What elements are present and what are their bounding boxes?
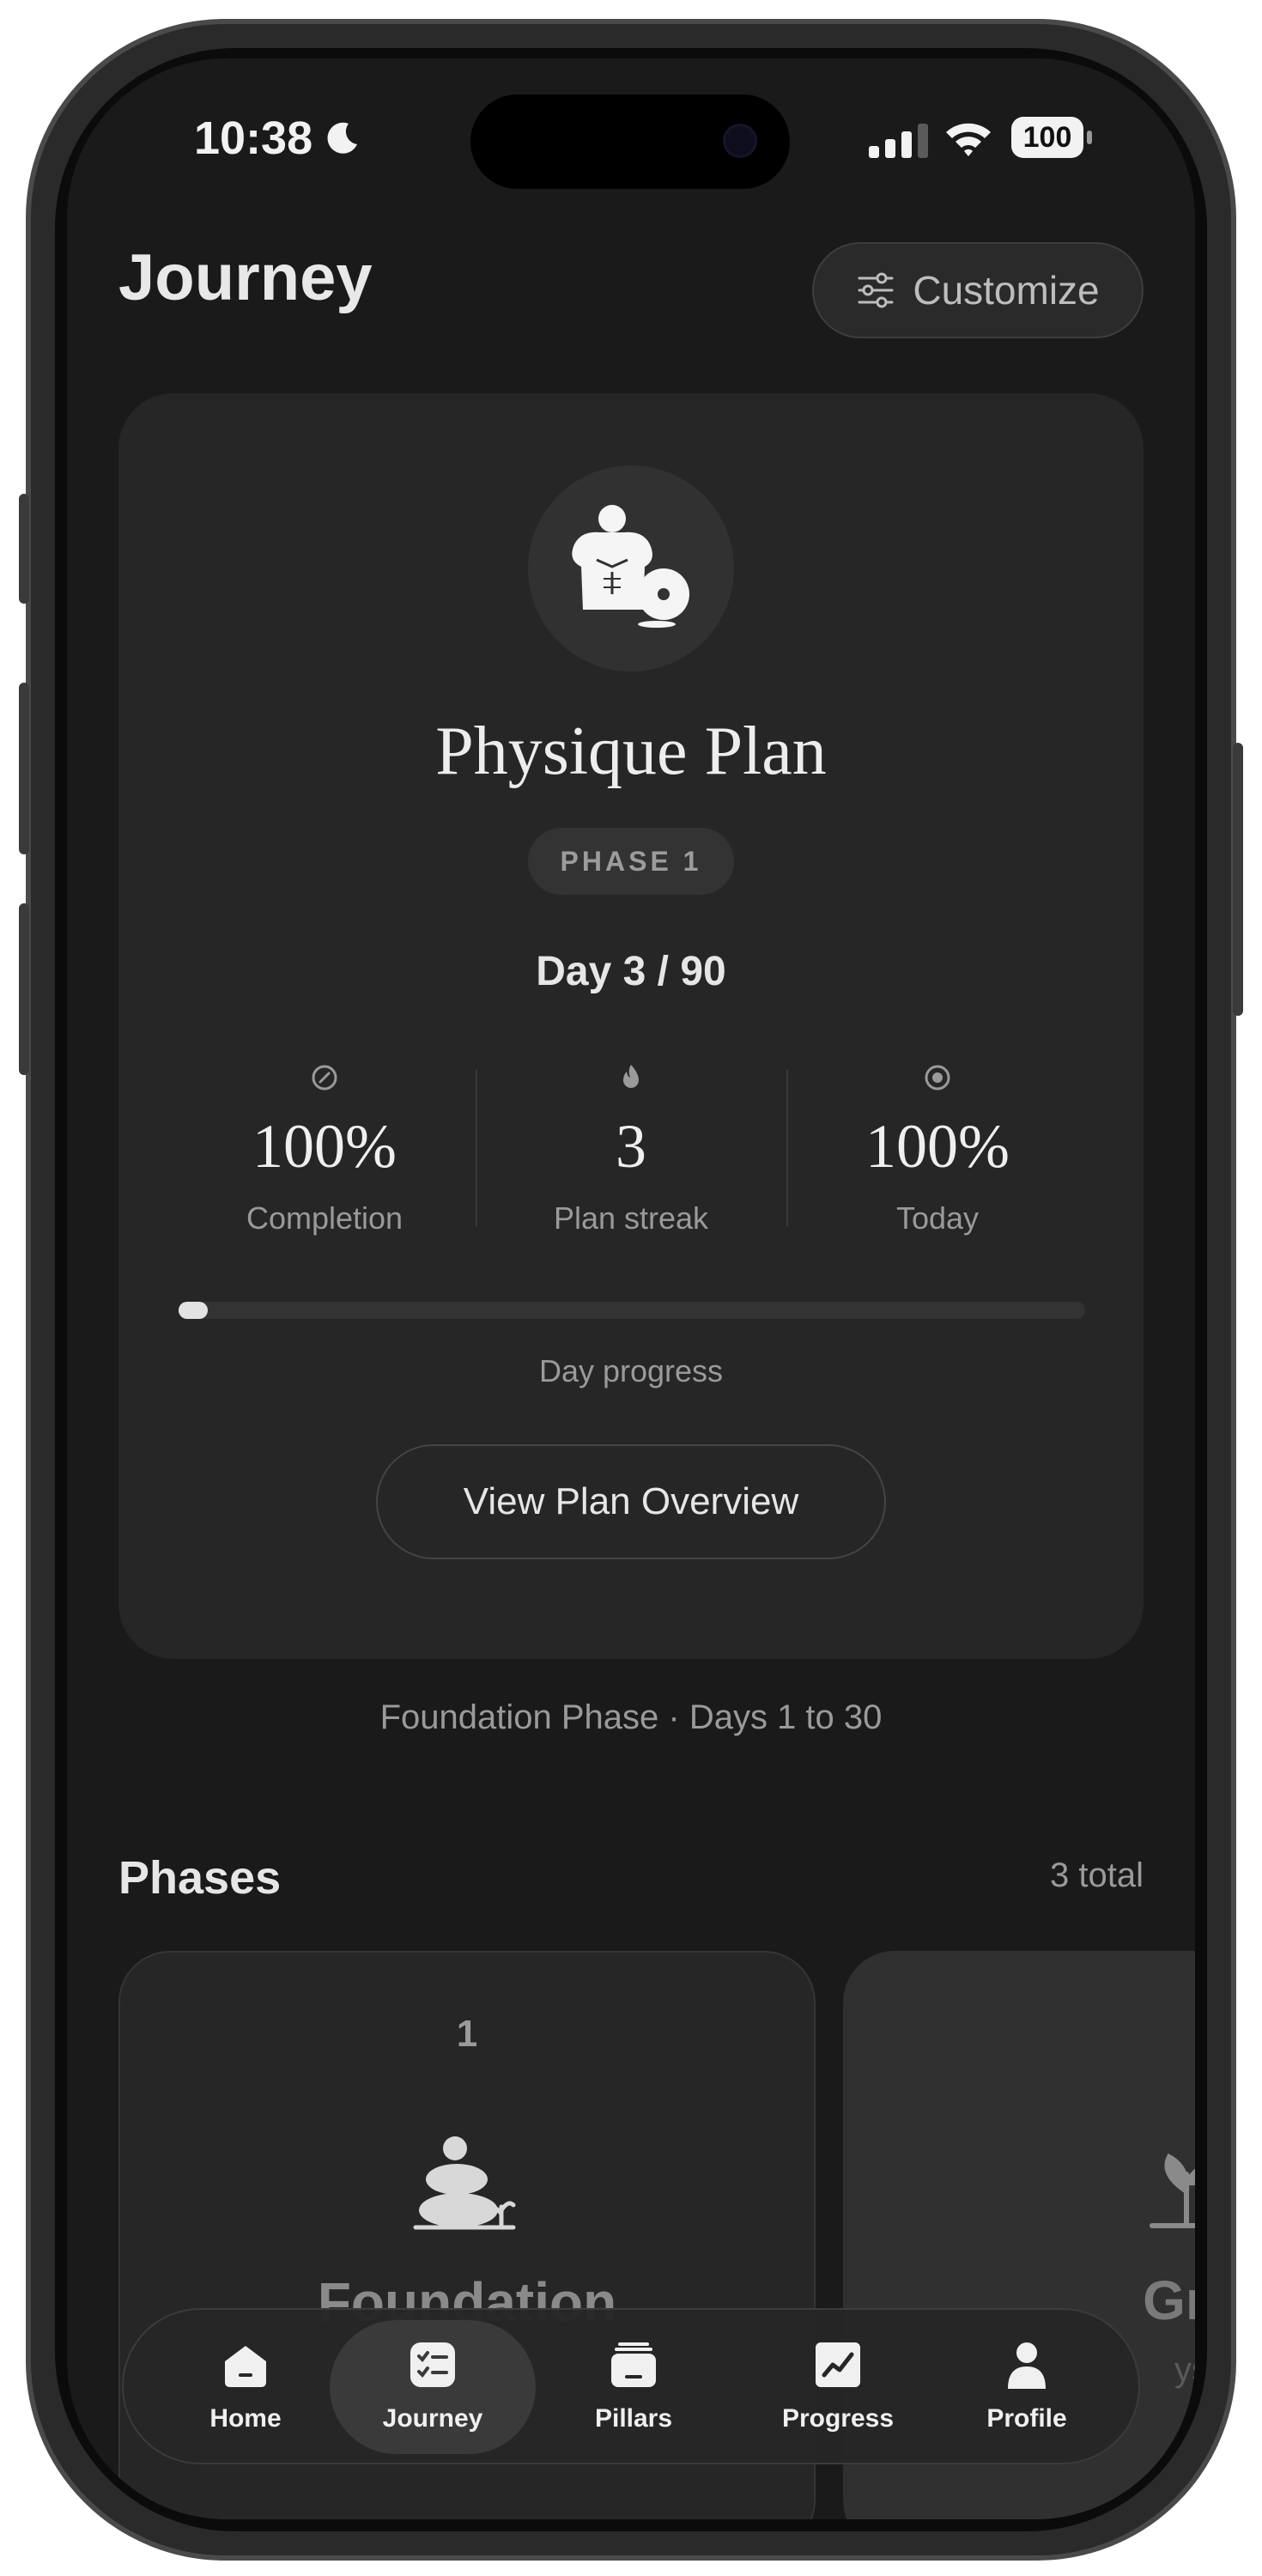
day-progress-label: Day progress — [538, 1353, 724, 1388]
action-button — [19, 494, 29, 604]
customize-button[interactable]: Customize — [812, 242, 1144, 338]
tab-pillars-label: Pillars — [594, 2404, 673, 2433]
phase-badge: PHASE 1 — [528, 828, 734, 895]
customize-label: Customize — [913, 268, 1100, 313]
plan-card: Physique Plan PHASE 1 Day 3 / 90 100% Co… — [118, 393, 1144, 1659]
volume-up-button — [19, 683, 29, 854]
tab-profile[interactable]: Profile — [924, 2320, 1130, 2454]
moon-icon — [327, 122, 357, 154]
status-time: 10:38 — [194, 112, 313, 164]
tab-progress-label: Progress — [781, 2404, 895, 2433]
phase-number: 1 — [456, 2013, 478, 2055]
stat-completion: 100% Completion — [170, 1063, 479, 1236]
phase-caption: Foundation Phase · Days 1 to 30 — [379, 1698, 883, 1736]
stat-completion-label: Completion — [246, 1200, 403, 1236]
stat-completion-value: 100% — [252, 1112, 397, 1181]
tab-journey-label: Journey — [382, 2404, 483, 2433]
day-counter: Day 3 / 90 — [536, 949, 726, 994]
signal-icon — [869, 124, 928, 158]
pillars-icon — [611, 2342, 656, 2387]
sliders-icon — [858, 272, 894, 308]
physique-icon — [572, 505, 689, 628]
day-progress-bar — [179, 1302, 1085, 1319]
camera-icon — [723, 124, 757, 158]
day-progress-fill — [179, 1302, 208, 1319]
home-icon — [225, 2346, 266, 2387]
power-button — [1233, 743, 1243, 1016]
tab-pillars[interactable]: Pillars — [531, 2320, 737, 2454]
dynamic-island — [470, 94, 790, 189]
view-plan-overview-button[interactable]: View Plan Overview — [376, 1444, 886, 1559]
chart-line-icon — [816, 2342, 860, 2387]
page-title: Journey — [118, 241, 373, 314]
phases-count: 3 total — [1050, 1856, 1144, 1894]
stacked-stones-icon — [413, 2136, 516, 2230]
sprout-icon — [1150, 2153, 1195, 2228]
plan-avatar — [528, 465, 734, 671]
tab-home-label: Home — [209, 2404, 282, 2433]
checklist-icon — [410, 2342, 455, 2387]
radio-dot-icon — [925, 1065, 950, 1091]
tab-home[interactable]: Home — [143, 2320, 349, 2454]
stat-today-label: Today — [895, 1200, 980, 1236]
battery-level: 100 — [1011, 117, 1083, 158]
phases-heading: Phases — [118, 1852, 282, 1904]
wifi-icon — [946, 123, 991, 156]
app-screen: 10:38 100 Journey Customize Physique Pla… — [67, 58, 1195, 2519]
stat-streak: 3 Plan streak — [476, 1063, 786, 1236]
volume-down-button — [19, 903, 29, 1075]
tab-journey[interactable]: Journey — [330, 2320, 536, 2454]
stat-streak-label: Plan streak — [553, 1200, 709, 1236]
tab-profile-label: Profile — [986, 2404, 1067, 2433]
battery-tip — [1087, 131, 1092, 144]
person-icon — [1008, 2342, 1046, 2389]
stat-today: 100% Today — [783, 1063, 1092, 1236]
plan-title: Physique Plan — [435, 714, 827, 789]
battery-indicator: 100 — [1011, 117, 1092, 158]
flame-icon — [623, 1065, 639, 1088]
target-icon — [312, 1065, 337, 1091]
stat-streak-value: 3 — [616, 1112, 646, 1181]
tab-progress[interactable]: Progress — [735, 2320, 941, 2454]
stat-today-value: 100% — [865, 1112, 1010, 1181]
bottom-tab-bar: Home Journey Pillars Progress Profile — [122, 2308, 1140, 2464]
